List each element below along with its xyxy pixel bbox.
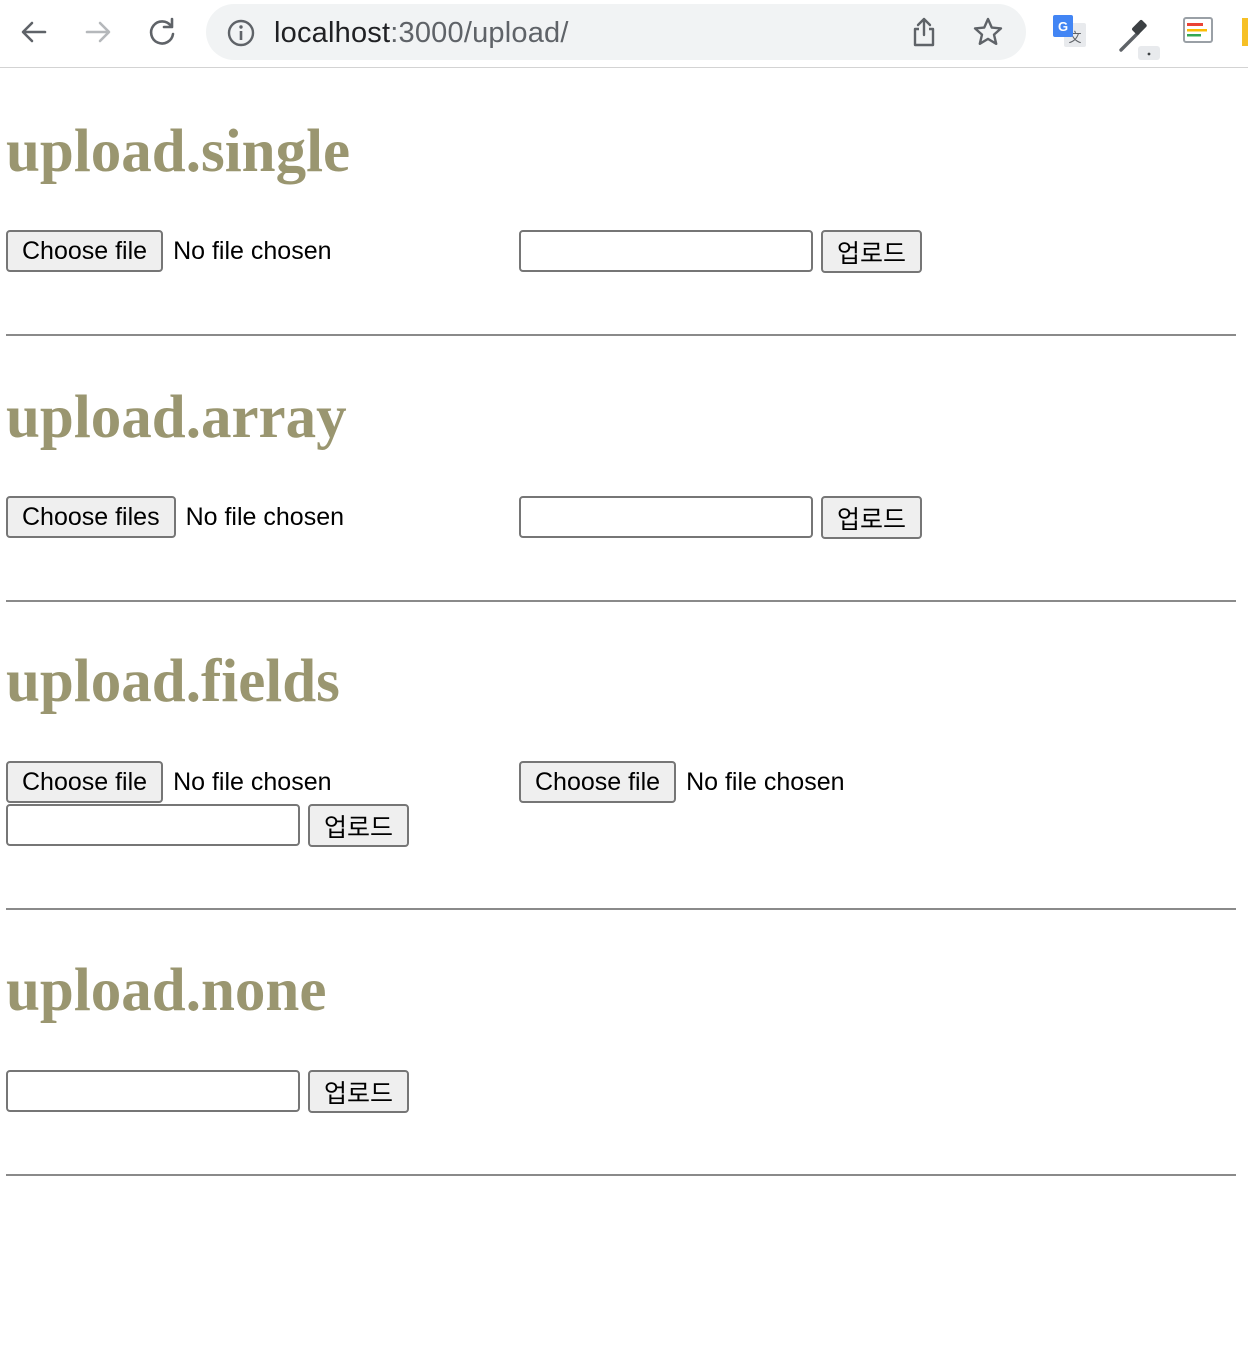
share-icon[interactable] <box>908 16 940 53</box>
file-input-fields-2[interactable]: Choose file No file chosen <box>519 761 845 803</box>
url-host: localhost <box>274 17 391 49</box>
upload-submit-button[interactable]: 업로드 <box>308 804 409 847</box>
url-path: :3000/upload/ <box>390 17 569 49</box>
choose-files-button[interactable]: Choose files <box>6 496 176 538</box>
file-status-text: No file chosen <box>173 236 332 265</box>
choose-file-button[interactable]: Choose file <box>519 761 677 803</box>
section-divider <box>6 600 1236 602</box>
reload-icon[interactable] <box>142 12 182 52</box>
text-field-single[interactable] <box>519 230 813 272</box>
extension-edge-icon[interactable] <box>1242 18 1248 46</box>
upload-submit-button[interactable]: 업로드 <box>308 1070 409 1113</box>
choose-file-button[interactable]: Choose file <box>6 761 164 803</box>
section-title-array: upload.array <box>6 384 347 451</box>
upload-submit-button[interactable]: 업로드 <box>821 230 922 273</box>
upload-submit-button[interactable]: 업로드 <box>821 496 922 539</box>
file-input-single[interactable]: Choose file No file chosen <box>6 230 332 272</box>
back-arrow-icon[interactable] <box>14 12 54 52</box>
url-text[interactable]: localhost:3000/upload/ <box>274 17 569 49</box>
google-translate-icon[interactable]: 文G <box>1052 14 1088 50</box>
text-field-array[interactable] <box>519 496 813 538</box>
file-status-text: No file chosen <box>173 767 332 796</box>
file-status-text: No file chosen <box>686 767 845 796</box>
file-input-fields-1[interactable]: Choose file No file chosen <box>6 761 332 803</box>
bookmark-star-icon[interactable] <box>972 16 1004 53</box>
file-status-text: No file chosen <box>185 502 345 531</box>
section-divider <box>6 334 1236 336</box>
reader-extension-icon[interactable] <box>1182 14 1218 50</box>
address-bar[interactable]: localhost:3000/upload/ <box>206 4 1026 60</box>
svg-text:G: G <box>1058 19 1068 34</box>
section-divider <box>6 908 1236 910</box>
section-title-single: upload.single <box>6 118 351 185</box>
site-info-icon[interactable] <box>226 18 256 48</box>
section-title-none: upload.none <box>6 957 327 1024</box>
eyedropper-icon[interactable] <box>1116 14 1160 60</box>
section-divider <box>6 1174 1236 1176</box>
forward-arrow-icon[interactable] <box>78 12 118 52</box>
file-input-array[interactable]: Choose files No file chosen <box>6 496 344 538</box>
choose-file-button[interactable]: Choose file <box>6 230 164 272</box>
browser-toolbar: localhost:3000/upload/ 文G <box>0 0 1248 68</box>
text-field-none[interactable] <box>6 1070 300 1112</box>
text-field-fields[interactable] <box>6 804 300 846</box>
section-title-fields: upload.fields <box>6 648 340 715</box>
